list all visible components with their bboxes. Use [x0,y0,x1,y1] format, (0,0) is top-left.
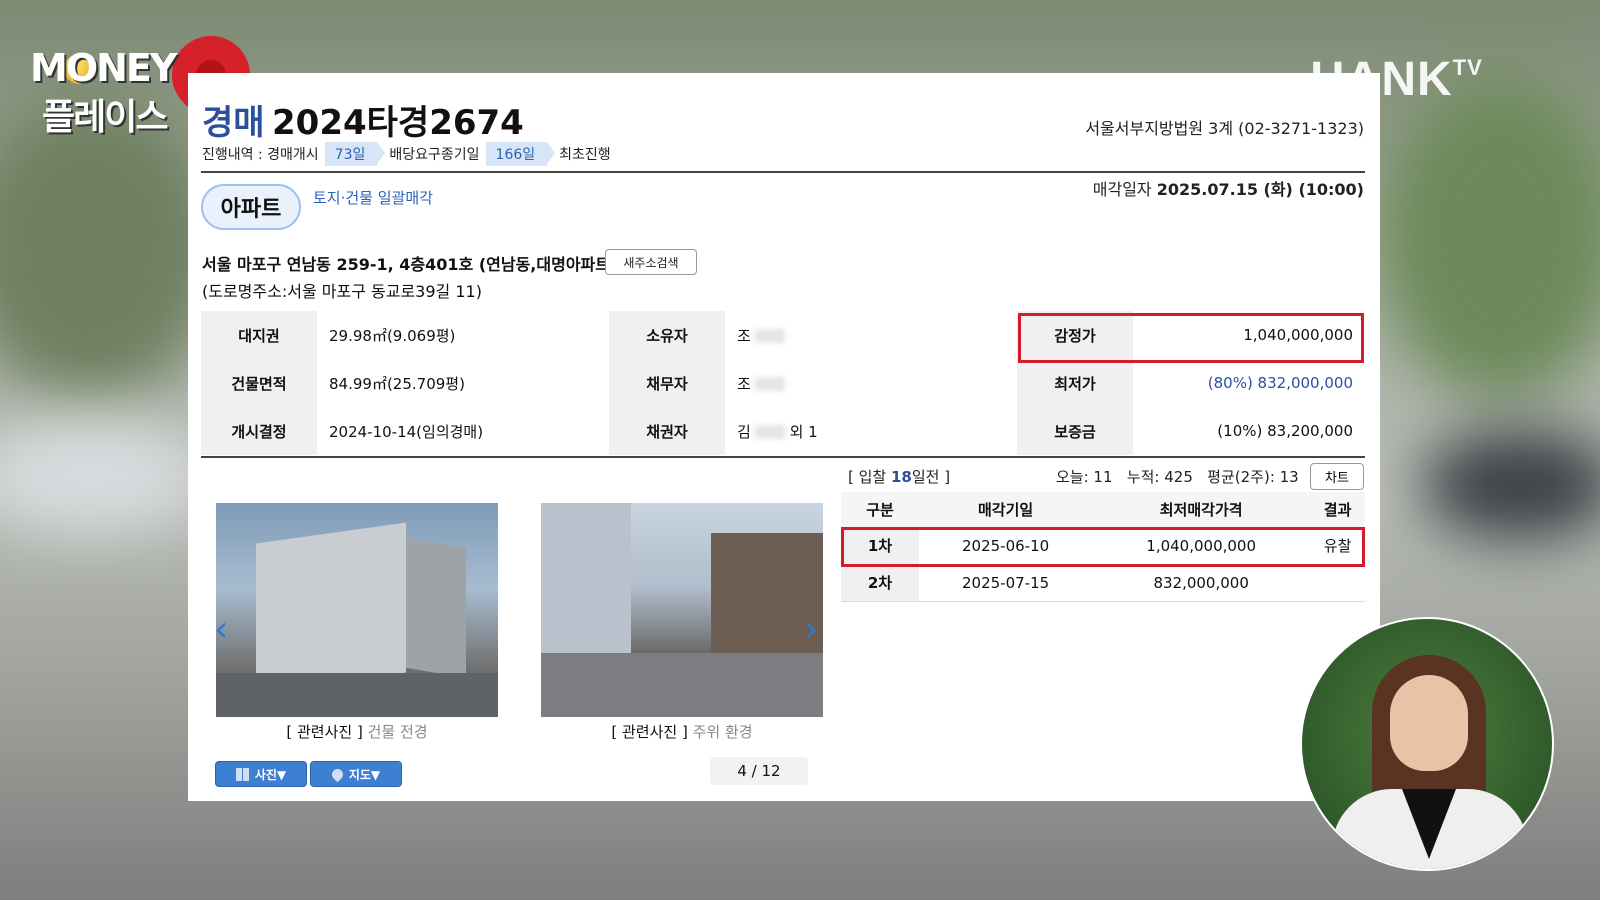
building-shape [541,503,631,663]
logo-place-text: 플레이스 [42,97,168,138]
redacted-blur [754,425,785,439]
first-round-highlight-box [841,527,1365,567]
label-start-decision: 개시결정 [201,407,317,455]
location-pin-icon [329,766,346,782]
sale-date-value: 2025.07.15 (화) (10:00) [1156,180,1364,199]
channel-sup: TV [1452,55,1483,80]
caption-label: [ 관련사진 ] [286,723,363,741]
sale-date: 매각일자 2025.07.15 (화) (10:00) [1093,176,1364,200]
background-car [1420,430,1600,540]
photo-caption: [ 관련사진 ] 건물 전경 [216,721,498,742]
surroundings-photo[interactable] [541,503,823,717]
sale-method: 토지·건물 일괄매각 [313,189,433,207]
caption-label: [ 관련사진 ] [611,723,688,741]
street-shape [541,653,823,717]
grid-icon [235,767,249,781]
round-cell: 2차 [841,564,919,602]
creditor-name: 김 [737,422,751,441]
divider [201,171,1365,173]
auction-kind: 경매 [202,103,265,143]
background-tree [0,100,220,400]
presenter-face [1390,675,1468,771]
parking-lot-shape [216,673,498,717]
caption-desc: 건물 전경 [367,723,428,741]
value-owner: 조 [725,311,1017,359]
divider [201,456,1365,458]
column-header: 결과 [1310,492,1365,528]
next-photo-arrow-icon[interactable]: › [804,609,818,650]
debtor-name: 조 [737,374,751,393]
photo-pager: 4 / 12 [710,757,808,785]
photo-view-button[interactable]: 사진▼ [215,761,307,787]
redacted-blur [754,329,785,343]
table-header-row: 구분 매각기일 최저매각가격 결과 [841,492,1365,528]
case-number: 2024타경2674 [272,103,524,143]
property-address: 서울 마포구 연남동 259-1, 4층401호 (연남동,대명아파트) [202,255,618,274]
auction-detail-panel: 경매 2024타경2674 서울서부지방법원 3계 (02-3271-1323)… [188,73,1380,801]
presenter-video [1300,617,1554,871]
prev-photo-arrow-icon[interactable]: ‹ [214,609,228,650]
redacted-blur [754,377,785,391]
progress-label: 진행내역 : 경매개시 [202,147,319,163]
label-creditor: 채권자 [609,407,725,455]
label-building-area: 건물면적 [201,359,317,407]
value-debtor: 조 [725,359,1017,407]
map-view-button[interactable]: 지도▼ [310,761,402,787]
column-header: 구분 [841,492,919,528]
label-owner: 소유자 [609,311,725,359]
progress-step: 최초진행 [559,147,611,163]
photo-caption: [ 관련사진 ] 주위 환경 [541,721,823,742]
value-creditor: 김 외 1 [725,407,1017,455]
owner-name: 조 [737,326,751,345]
property-type-badge: 아파트 [201,184,301,230]
label-min-price: 최저가 [1017,359,1133,407]
background-car [0,420,210,530]
progress-days-badge: 73일 [324,142,386,166]
court-info: 서울서부지방법원 3계 (02-3271-1323) [1085,119,1364,138]
column-header: 매각기일 [919,492,1093,528]
column-header: 최저매각가격 [1092,492,1311,528]
map-view-label: 지도▼ [348,767,381,782]
value-deposit: (10%) 83,200,000 [1217,422,1353,440]
apartment-building-shape [256,522,406,694]
road-address: (도로명주소:서울 마포구 동교로39길 11) [202,282,482,301]
table-row: 건물면적 84.99㎡(25.709평) 채무자 조 최저가 (80%) 832… [201,359,1365,407]
photo-view-label: 사진▼ [254,767,287,782]
caption-desc: 주위 환경 [692,723,753,741]
progress-step: 배당요구종기일 [389,147,480,163]
bid-countdown-suffix: 일전 ] [911,468,951,486]
bid-countdown: [ 입찰 18일전 ] [848,466,950,487]
value-land-right: 29.98㎡(9.069평) [329,326,456,345]
result-cell [1310,564,1365,602]
label-land-right: 대지권 [201,311,317,359]
sale-date-label: 매각일자 [1092,180,1152,199]
building-photo[interactable] [216,503,498,717]
progress-days-badge: 166일 [485,142,555,166]
value-min-price: (80%) 832,000,000 [1207,374,1353,392]
price-cell: 832,000,000 [1092,564,1311,602]
value-building-area: 84.99㎡(25.709평) [329,374,465,393]
background-tree [1380,80,1600,400]
appraisal-highlight-box [1018,313,1364,363]
date-cell: 2025-07-15 [919,564,1093,602]
label-debtor: 채무자 [609,359,725,407]
new-address-search-button[interactable]: 새주소검색 [605,249,697,275]
view-stats: 오늘: 11 누적: 425 평균(2주): 13 [1056,468,1299,486]
creditor-extra: 외 1 [789,422,818,441]
bid-countdown-days: 18 [891,468,912,486]
table-row: 개시결정 2024-10-14(임의경매) 채권자 김 외 1 보증금 (10%… [201,407,1365,455]
logo-money-text: MONEY [30,46,177,90]
chart-button[interactable]: 차트 [1310,463,1364,490]
bid-countdown-prefix: [ 입찰 [848,468,891,486]
apartment-building-shape [406,537,466,679]
value-start-decision: 2024-10-14(임의경매) [329,422,484,441]
label-deposit: 보증금 [1017,407,1133,455]
table-row: 2차 2025-07-15 832,000,000 [841,564,1365,602]
progress-history: 진행내역 : 경매개시 73일 배당요구종기일 166일 최초진행 [202,142,617,166]
